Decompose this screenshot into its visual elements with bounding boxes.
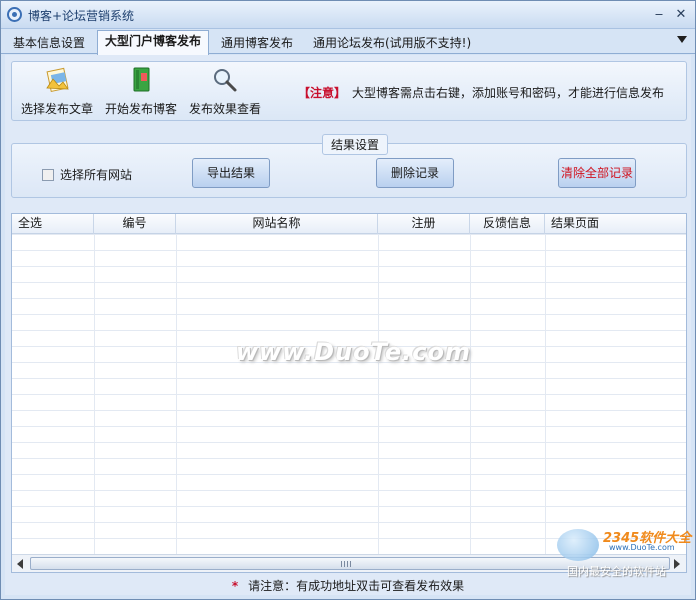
- watermark: www.DuoTe.com: [236, 338, 471, 366]
- start-publish-button[interactable]: 开始发布博客: [104, 66, 178, 118]
- notice-tag: 【注意】: [298, 86, 347, 100]
- column-header-result-page[interactable]: 结果页面: [545, 214, 686, 234]
- app-window: 博客+论坛营销系统 ‒ ✕ 基本信息设置 大型门户博客发布 通用博客发布 通用论…: [0, 0, 696, 600]
- column-divider: [470, 234, 471, 554]
- table-header: 全选 编号 网站名称 注册 反馈信息 结果页面: [12, 214, 686, 234]
- column-header-select-all[interactable]: 全选: [12, 214, 94, 234]
- column-header-feedback[interactable]: 反馈信息: [470, 214, 545, 234]
- brand-slogan: 国内最安全的软件站: [567, 565, 666, 578]
- column-header-number[interactable]: 编号: [94, 214, 176, 234]
- tab-forum-publish[interactable]: 通用论坛发布(试用版不支持!): [305, 32, 479, 54]
- column-divider: [545, 234, 546, 554]
- tab-overflow-chevron-down-icon[interactable]: [677, 36, 687, 43]
- green-book-icon: [133, 67, 150, 92]
- clear-all-records-button[interactable]: 清除全部记录: [558, 158, 636, 188]
- results-settings-group: 结果设置 选择所有网站 导出结果 删除记录 清除全部记录: [11, 134, 687, 198]
- column-divider: [378, 234, 379, 554]
- tab-bar: 基本信息设置 大型门户博客发布 通用博客发布 通用论坛发布(试用版不支持!): [1, 30, 695, 55]
- column-divider: [94, 234, 95, 554]
- brand-watermark: 2345软件大全 www.DuoTe.com 国内最安全的软件站: [553, 521, 693, 581]
- title-bar[interactable]: 博客+论坛营销系统 ‒ ✕: [1, 1, 695, 29]
- view-results-label: 发布效果查看: [188, 102, 261, 116]
- notice: 【注意】 大型博客需点击右键，添加账号和密码，才能进行信息发布: [298, 84, 664, 101]
- select-article-label: 选择发布文章: [20, 102, 93, 116]
- results-table[interactable]: 全选 编号 网站名称 注册 反馈信息 结果页面 www.DuoTe.com: [11, 213, 687, 573]
- delete-records-button[interactable]: 删除记录: [376, 158, 454, 188]
- app-logo-icon: [7, 7, 22, 22]
- select-article-button[interactable]: 选择发布文章: [20, 66, 94, 118]
- grip-icon: [341, 561, 351, 567]
- window-title: 博客+论坛营销系统: [28, 9, 135, 23]
- results-settings-label: 结果设置: [322, 134, 389, 155]
- export-results-button[interactable]: 导出结果: [192, 158, 270, 188]
- tab-basic-info[interactable]: 基本信息设置: [5, 32, 93, 54]
- document-picture-icon: [46, 67, 69, 93]
- start-publish-label: 开始发布博客: [104, 102, 177, 116]
- column-header-register[interactable]: 注册: [378, 214, 470, 234]
- tab-portal-blog-publish[interactable]: 大型门户博客发布: [97, 30, 210, 55]
- footer-star: *: [231, 579, 239, 593]
- toolbar: 选择发布文章 开始发布博客 发布效果查看 【注意】 大型博客需点击右键，添加账号和…: [11, 61, 687, 121]
- select-all-sites-label: 选择所有网站: [60, 168, 133, 182]
- tab-general-blog-publish[interactable]: 通用博客发布: [213, 32, 301, 54]
- scroll-left-icon[interactable]: [17, 559, 23, 569]
- tab-content: 选择发布文章 开始发布博客 发布效果查看 【注意】 大型博客需点击右键，添加账号和…: [5, 55, 691, 595]
- footer-text: 请注意：有成功地址双击可查看发布效果: [248, 579, 465, 593]
- column-divider: [176, 234, 177, 554]
- minimize-icon[interactable]: ‒: [651, 7, 667, 23]
- close-icon[interactable]: ✕: [673, 7, 689, 23]
- mascot-icon: [557, 529, 599, 561]
- notice-text: 大型博客需点击右键，添加账号和密码，才能进行信息发布: [352, 86, 665, 100]
- view-results-button[interactable]: 发布效果查看: [188, 66, 262, 118]
- checkbox-box[interactable]: [42, 169, 54, 181]
- column-header-site-name[interactable]: 网站名称: [176, 214, 378, 234]
- table-body: [12, 234, 686, 554]
- magnifier-icon: [214, 69, 237, 92]
- select-all-sites-checkbox[interactable]: 选择所有网站: [42, 166, 132, 183]
- brand-url: www.DuoTe.com: [609, 543, 675, 552]
